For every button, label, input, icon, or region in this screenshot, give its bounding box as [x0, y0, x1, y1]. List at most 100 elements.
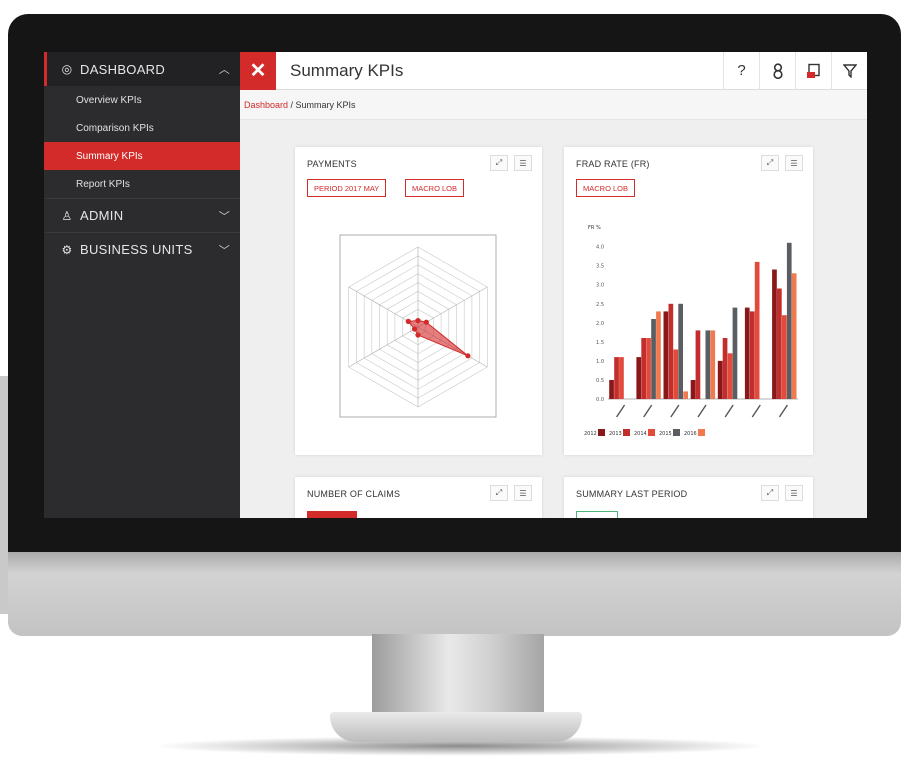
sidebar-item-report[interactable]: Report KPIs	[44, 170, 240, 198]
nav-dashboard-label: DASHBOARD	[80, 61, 166, 77]
bar	[782, 315, 787, 399]
menu-icon[interactable]: ☰	[514, 155, 532, 171]
chevron-down-icon: ﹀	[218, 210, 230, 223]
expand-icon[interactable]: ⤢	[761, 485, 779, 501]
payments-card: PAYMENTS ⤢ ☰ PERIOD 2017 MAY MACRO LOB	[295, 147, 542, 455]
filter-chip[interactable]: MACRO LOB	[576, 179, 636, 197]
legend-label: 2016	[684, 431, 697, 437]
close-button[interactable]: ✕	[240, 52, 276, 90]
bar	[722, 338, 728, 399]
card-title: SUMMARY LAST PERIOD	[576, 489, 688, 499]
breadcrumb-separator: /	[288, 100, 296, 110]
help-icon[interactable]: ?	[723, 52, 759, 90]
card-tools: ⤢ ☰	[490, 485, 532, 501]
export-icon[interactable]	[795, 52, 831, 90]
page-title: Summary KPIs	[290, 60, 404, 80]
x-tick-label	[778, 404, 789, 418]
x-tick-label	[697, 404, 707, 418]
sidebar-item-label: Report KPIs	[76, 178, 130, 190]
card-tools: ⤢ ☰	[490, 155, 532, 171]
chevron-up-icon: ︿	[218, 64, 230, 76]
legend-label: 2015	[659, 431, 672, 437]
user-icon[interactable]	[759, 52, 795, 90]
y-tick-label: 4.0	[596, 245, 604, 251]
y-tick-label: 0.5	[596, 378, 604, 384]
legend-swatch	[623, 429, 630, 436]
legend-swatch	[698, 429, 705, 436]
screen: ◎ DASHBOARD ︿ Overview KPIs Comparison K…	[44, 52, 867, 518]
radar-point	[465, 353, 471, 359]
y-tick-label: 1.5	[596, 340, 604, 346]
summary-last-period-card: SUMMARY LAST PERIOD ⤢ ☰	[564, 477, 813, 518]
bar	[695, 330, 701, 399]
filter-chip[interactable]	[307, 511, 357, 518]
card-tools: ⤢ ☰	[761, 485, 803, 501]
sidebar-item-summary[interactable]: Summary KPIs	[44, 142, 240, 170]
breadcrumb-link-dashboard[interactable]: Dashboard	[244, 100, 288, 110]
radar-series-area	[407, 320, 469, 357]
legend-label: 2013	[609, 431, 622, 437]
frad-rate-card: FRAD RATE (FR) ⤢ ☰ MACRO LOB FR % 4.0 3.5 3…	[564, 147, 813, 455]
filter-chip[interactable]: MACRO LOB	[405, 179, 465, 197]
bar	[673, 349, 679, 399]
legend-swatch	[648, 429, 655, 436]
breadcrumb: Dashboard / Summary KPIs	[240, 90, 867, 120]
filter-chip[interactable]: PERIOD 2017 MAY	[307, 179, 387, 197]
dashboard-icon: ◎	[61, 62, 73, 76]
card-title: FRAD RATE (FR)	[576, 159, 650, 169]
bar	[663, 311, 669, 399]
bar	[651, 319, 656, 399]
number-of-claims-card: NUMBER OF CLAIMS ⤢ ☰	[295, 477, 542, 518]
legend-swatch	[598, 429, 605, 436]
bar	[656, 311, 661, 399]
card-tools: ⤢ ☰	[761, 155, 803, 171]
expand-icon[interactable]: ⤢	[490, 485, 508, 501]
filter-icon[interactable]	[831, 52, 867, 90]
y-tick-label: 2.5	[596, 302, 604, 308]
menu-icon[interactable]: ☰	[514, 485, 532, 501]
menu-icon[interactable]: ☰	[785, 155, 803, 171]
y-tick-label: 3.5	[596, 264, 604, 270]
x-tick-label	[724, 404, 734, 418]
bar	[636, 357, 642, 399]
x-tick-label	[643, 404, 653, 418]
bar	[646, 338, 651, 399]
nav-business-units-label: BUSINESS UNITS	[80, 242, 193, 257]
bar	[609, 380, 614, 399]
sidebar-item-comparison[interactable]: Comparison KPIs	[44, 114, 240, 142]
radar-point	[415, 332, 421, 338]
bar	[678, 303, 683, 399]
y-tick-label: 1.0	[596, 359, 604, 365]
bar	[749, 311, 755, 399]
nav-admin[interactable]: ♙ ADMIN ﹀	[44, 198, 240, 232]
card-title: NUMBER OF CLAIMS	[307, 489, 401, 499]
bar	[791, 273, 797, 399]
card-title: PAYMENTS	[307, 159, 357, 169]
bar	[772, 269, 777, 399]
nav-business-units[interactable]: ⚙ BUSINESS UNITS ﹀	[44, 232, 240, 266]
gear-icon: ⚙	[61, 242, 73, 257]
expand-icon[interactable]: ⤢	[490, 155, 508, 171]
menu-icon[interactable]: ☰	[785, 485, 803, 501]
bar	[690, 380, 696, 399]
monitor-chin-shade	[8, 552, 901, 574]
monitor-stand-base	[330, 712, 582, 742]
y-tick-label: 0.0	[596, 397, 604, 403]
bar	[710, 330, 716, 399]
sidebar-item-label: Overview KPIs	[76, 94, 142, 106]
legend-label: 2014	[634, 431, 647, 437]
expand-icon[interactable]: ⤢	[761, 155, 779, 171]
sidebar-item-label: Summary KPIs	[76, 150, 143, 162]
monitor-stand	[372, 634, 544, 720]
bar	[744, 307, 750, 399]
nav-dashboard[interactable]: ◎ DASHBOARD ︿	[44, 52, 240, 86]
radar-axis	[348, 326, 419, 368]
y-tick-label: 3.0	[596, 283, 604, 289]
bar	[641, 338, 646, 399]
legend-swatch	[673, 429, 680, 436]
filter-chip[interactable]	[576, 511, 618, 518]
sidebar-item-overview[interactable]: Overview KPIs	[44, 86, 240, 114]
bar	[683, 391, 688, 399]
bar	[754, 261, 760, 399]
bar	[732, 307, 738, 399]
